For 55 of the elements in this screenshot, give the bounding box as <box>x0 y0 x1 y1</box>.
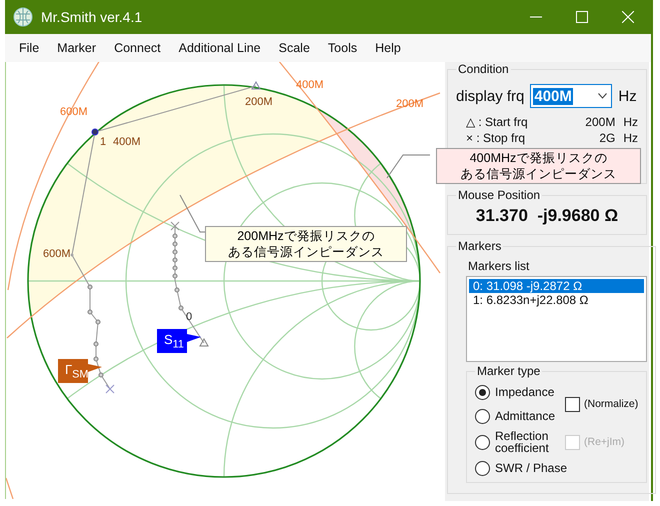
radio-option[interactable]: Impedance <box>475 384 563 400</box>
list-title: Markers list <box>468 259 530 273</box>
field-label: × : Stop frq <box>465 131 526 145</box>
trace-label: 0 <box>186 311 192 323</box>
radio-option[interactable]: Admittance <box>475 408 563 424</box>
frequency-combo-box[interactable]: 400M <box>530 84 612 108</box>
window-title: Mr.Smith ver.4.1 <box>41 9 144 25</box>
callout-text: 200MHzで発振リスクの <box>237 228 375 244</box>
menu-item[interactable]: Scale <box>278 41 310 55</box>
trace-tag: Γ$_{SM}$ <box>58 359 102 383</box>
trace-label: 400M <box>113 136 141 148</box>
menu-item[interactable]: Additional Line <box>178 41 261 55</box>
group-title: Condition <box>457 62 510 76</box>
list-item[interactable]: 0: 31.098 -j9.2872 Ω <box>469 279 644 293</box>
menu-item[interactable]: Marker <box>57 41 96 55</box>
trace-label: 600M <box>43 248 71 260</box>
radio-button[interactable] <box>475 460 490 476</box>
leader-line <box>180 194 206 232</box>
menu-item[interactable]: Help <box>375 41 401 55</box>
maximize-icon <box>576 11 588 23</box>
field-label: display frq <box>456 88 524 104</box>
trace-label: 200M <box>245 96 273 108</box>
menu-item[interactable]: File <box>19 41 40 55</box>
leader-line <box>386 154 430 178</box>
callout-text: ある信号源インピーダンス <box>460 166 616 182</box>
close-icon <box>622 11 634 23</box>
radio-option[interactable]: Reflection coefficient <box>475 430 563 454</box>
unit-label: Hz <box>618 88 637 104</box>
field-label: △ : Start frq <box>465 115 529 129</box>
checkbox[interactable] <box>565 396 580 412</box>
app-globe-icon <box>13 7 33 27</box>
mouse-position-value: 31.370 -j9.9680 Ω <box>474 205 620 227</box>
start-triangle-icon <box>251 81 261 90</box>
trace-tag: S$_{11}$ <box>157 329 201 353</box>
radio-button[interactable] <box>475 434 490 450</box>
frequency-boundary-line <box>6 478 14 499</box>
radio-button[interactable] <box>475 384 490 400</box>
unit-label: Hz <box>623 131 638 145</box>
group-title: Mouse Position <box>457 188 542 202</box>
field-value: 2G <box>598 131 616 145</box>
callout-text: 400MHzで発振リスクの <box>470 150 608 166</box>
marker-dot <box>92 128 98 136</box>
radio-button[interactable] <box>475 408 490 424</box>
trace-label: 1 <box>100 136 106 148</box>
callout-text: ある信号源インピーダンス <box>228 244 384 260</box>
minimize-icon <box>530 16 542 18</box>
menu-item[interactable]: Tools <box>328 41 358 55</box>
menu-item[interactable]: Connect <box>114 41 161 55</box>
group-title: Marker type <box>476 364 542 378</box>
unit-label: Hz <box>623 115 638 129</box>
field-value: 200M <box>584 115 616 129</box>
group-title: Markers <box>457 239 502 253</box>
checkbox-option[interactable]: (Normalize) <box>565 396 638 412</box>
chevron-down-icon <box>598 93 608 99</box>
list-item[interactable]: 1: 6.8233n+j22.808 Ω <box>469 293 644 307</box>
